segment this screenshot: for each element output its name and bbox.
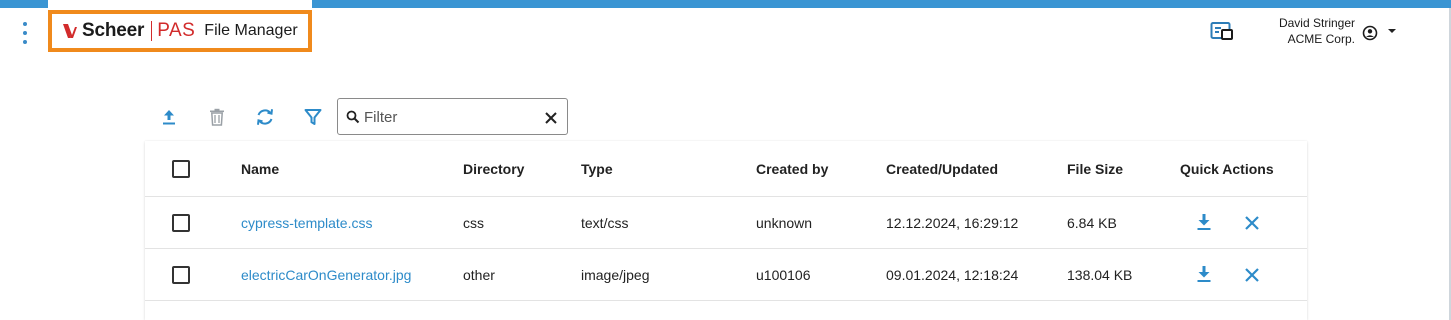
brand-scheer-text: Scheer (82, 20, 145, 41)
upload-icon[interactable] (158, 106, 180, 128)
row-checkbox[interactable] (172, 266, 190, 284)
clear-filter-icon[interactable] (544, 111, 558, 125)
column-header-created-by[interactable]: Created by (756, 141, 828, 196)
column-header-file-size[interactable]: File Size (1067, 141, 1123, 196)
download-icon[interactable] (1193, 211, 1215, 233)
file-directory: css (463, 214, 484, 231)
file-type: text/css (581, 214, 629, 231)
download-icon[interactable] (1193, 263, 1215, 285)
table-row: cypress-template.css css text/css unknow… (145, 197, 1307, 249)
brand-pas-text: PAS (157, 20, 196, 41)
file-toolbar (145, 98, 575, 136)
file-updated: 09.01.2024, 12:18:24 (886, 266, 1019, 283)
files-table: Name Directory Type Created by Created/U… (145, 141, 1307, 320)
refresh-icon[interactable] (254, 106, 276, 128)
column-header-name[interactable]: Name (241, 141, 279, 196)
brand-separator (151, 21, 153, 41)
filter-icon[interactable] (302, 106, 324, 128)
scheer-mark-icon (63, 24, 77, 38)
filter-field[interactable] (337, 98, 568, 135)
file-size: 138.04 KB (1067, 266, 1133, 283)
file-name-link[interactable]: cypress-template.css (241, 197, 372, 248)
user-name: David Stringer (1278, 16, 1355, 30)
search-icon (346, 110, 360, 124)
user-avatar-icon[interactable] (1362, 25, 1378, 41)
table-header-row: Name Directory Type Created by Created/U… (145, 141, 1307, 197)
user-info[interactable]: David Stringer ACME Corp. (1250, 15, 1355, 47)
table-row: electricCarOnGenerator.jpg other image/j… (145, 249, 1307, 301)
brand-logo[interactable]: Scheer PAS File Manager (48, 10, 312, 52)
app-header: Scheer PAS File Manager David Stringer A… (0, 8, 1449, 58)
delete-file-icon[interactable] (1241, 212, 1263, 234)
select-all-checkbox[interactable] (172, 160, 190, 178)
top-accent-bar (0, 0, 1451, 8)
user-org: ACME Corp. (1287, 32, 1355, 46)
column-header-type[interactable]: Type (581, 141, 613, 196)
file-size: 6.84 KB (1067, 214, 1117, 231)
scheer-logo: Scheer PAS (62, 20, 195, 42)
user-menu-caret-icon[interactable] (1388, 29, 1396, 33)
filter-input[interactable] (364, 107, 534, 127)
file-type: image/jpeg (581, 266, 650, 283)
file-created-by: u100106 (756, 266, 811, 283)
file-directory: other (463, 266, 495, 283)
delete-file-icon[interactable] (1241, 264, 1263, 286)
file-created-by: unknown (756, 214, 813, 231)
messages-icon[interactable] (1210, 21, 1234, 43)
column-header-directory[interactable]: Directory (463, 141, 524, 196)
trash-icon[interactable] (206, 106, 228, 128)
column-header-quick-actions: Quick Actions (1180, 160, 1274, 177)
kebab-menu-icon[interactable] (18, 22, 32, 44)
app-title: File Manager (204, 22, 298, 39)
column-header-created-updated[interactable]: Created/Updated (886, 141, 998, 196)
row-checkbox[interactable] (172, 214, 190, 232)
table-row-partial (145, 301, 1307, 320)
file-updated: 12.12.2024, 16:29:12 (886, 214, 1019, 231)
file-name-link[interactable]: electricCarOnGenerator.jpg (241, 249, 411, 300)
